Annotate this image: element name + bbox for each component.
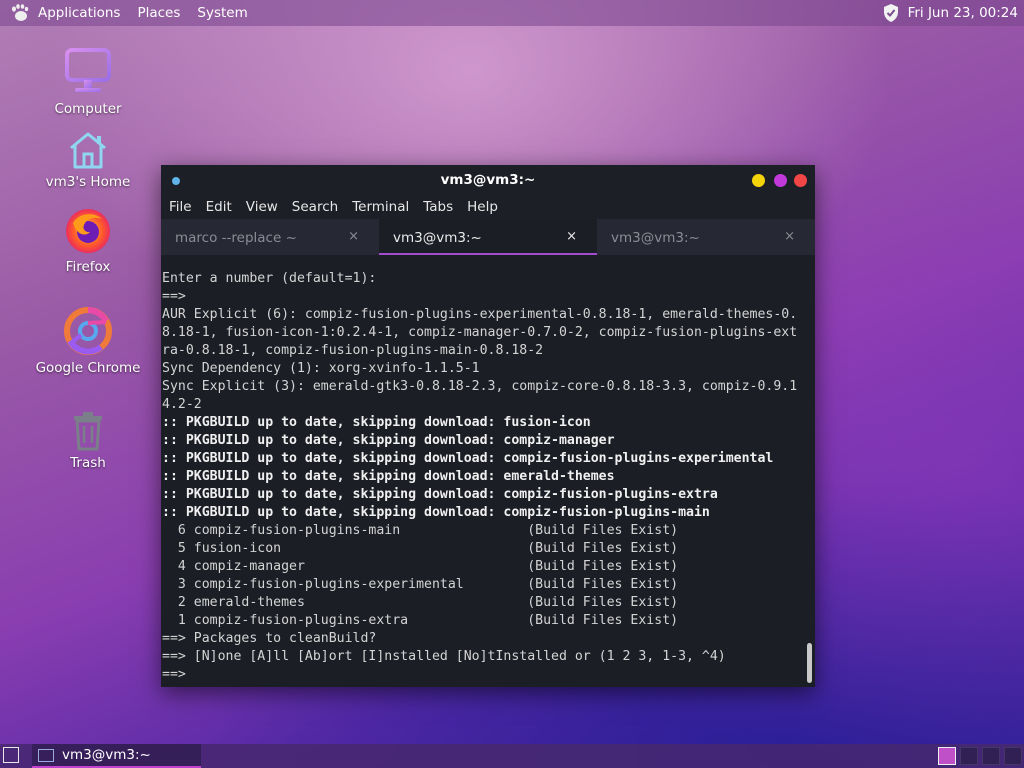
desktop-icon-computer[interactable]: Computer [33,47,143,117]
terminal-line: Enter a number (default=1): [162,271,377,286]
menu-help[interactable]: Help [467,199,498,215]
menu-terminal[interactable]: Terminal [352,199,409,215]
workspace-4[interactable] [1004,747,1022,765]
tab-label: vm3@vm3:~ [611,230,700,246]
window-titlebar[interactable]: vm3@vm3:~ [161,165,815,195]
menu-tabs[interactable]: Tabs [423,199,453,215]
places-menu[interactable]: Places [137,5,180,21]
terminal-line: 6 compiz-fusion-plugins-main (Build File… [162,523,679,538]
tab-label: marco --replace ~ [175,230,297,246]
desktop-icon-label: vm3's Home [45,174,131,190]
applications-menu[interactable]: Applications [38,5,120,21]
workspace-2[interactable] [960,747,978,765]
tab-close-icon[interactable]: × [566,229,577,244]
terminal-line: 8.18-1, fusion-icon-1:0.2.4-1, compiz-ma… [162,325,798,340]
clock[interactable]: Fri Jun 23, 00:24 [908,5,1018,21]
desktop-icon-label: Firefox [65,259,111,275]
bottom-panel: vm3@vm3:~ [0,744,1024,768]
terminal-line: Sync Explicit (3): emerald-gtk3-0.8.18-2… [162,379,798,394]
window-menubar: File Edit View Search Terminal Tabs Help [161,195,815,219]
terminal-line: :: PKGBUILD up to date, skipping downloa… [162,415,591,430]
tab-label: vm3@vm3:~ [393,230,482,246]
terminal-line: :: PKGBUILD up to date, skipping downloa… [162,433,615,448]
terminal-line: :: PKGBUILD up to date, skipping downloa… [162,469,615,484]
terminal-line: AUR Explicit (6): compiz-fusion-plugins-… [162,307,798,322]
home-icon [70,132,106,169]
minimize-button[interactable] [752,174,765,187]
terminal-window: vm3@vm3:~ File Edit View Search Terminal… [161,165,815,687]
trash-icon [74,412,102,451]
gnome-foot-icon[interactable] [10,3,30,23]
shield-icon[interactable] [882,3,900,23]
terminal-line: ==> [162,289,186,304]
menu-view[interactable]: View [246,199,278,215]
close-button[interactable] [794,174,807,187]
terminal-line: 5 fusion-icon (Build Files Exist) [162,541,679,556]
terminal-line: ra-0.8.18-1, compiz-fusion-plugins-main-… [162,343,544,358]
show-desktop-button[interactable] [3,747,19,763]
desktop-icon-home[interactable]: vm3's Home [33,130,143,190]
firefox-icon [66,209,110,253]
desktop-icon-trash[interactable]: Trash [33,409,143,471]
chrome-icon [64,307,112,355]
terminal-line: :: PKGBUILD up to date, skipping downloa… [162,505,710,520]
tab-vm3-active[interactable]: vm3@vm3:~ × [379,219,597,255]
terminal-line: 1 compiz-fusion-plugins-extra (Build Fil… [162,613,679,628]
desktop-icon-firefox[interactable]: Firefox [33,207,143,275]
top-right-area: Fri Jun 23, 00:24 [882,0,1018,26]
maximize-button[interactable] [774,174,787,187]
desktop-icon-label: Computer [54,101,122,117]
window-title: vm3@vm3:~ [440,172,536,188]
terminal-line: 3 compiz-fusion-plugins-experimental (Bu… [162,577,679,592]
terminal-line: ==> [162,667,186,682]
menu-file[interactable]: File [169,199,192,215]
menu-edit[interactable]: Edit [206,199,232,215]
desktop-icon-label: Trash [70,455,106,471]
terminal-icon [38,749,54,762]
computer-icon [65,48,111,92]
terminal-line: 2 emerald-themes (Build Files Exist) [162,595,679,610]
tab-marco[interactable]: marco --replace ~ × [161,219,379,255]
system-menu[interactable]: System [197,5,247,21]
taskbar-label: vm3@vm3:~ [62,747,151,763]
desktop-icon-label: Google Chrome [35,360,141,376]
terminal-line: :: PKGBUILD up to date, skipping downloa… [162,451,774,466]
terminal-line: Sync Dependency (1): xorg-xvinfo-1.1.5-1 [162,361,480,376]
tab-vm3[interactable]: vm3@vm3:~ × [597,219,815,255]
terminal-line: ==> Packages to cleanBuild? [162,631,377,646]
terminal-line: 4 compiz-manager (Build Files Exist) [162,559,679,574]
menu-search[interactable]: Search [292,199,338,215]
tab-close-icon[interactable]: × [348,229,359,244]
top-menu: Applications Places System [38,0,265,26]
terminal-scrollbar[interactable] [807,643,812,683]
tab-close-icon[interactable]: × [784,229,795,244]
top-panel: Applications Places System Fri Jun 23, 0… [0,0,1024,26]
taskbar-terminal-button[interactable]: vm3@vm3:~ [32,744,201,768]
workspace-3[interactable] [982,747,1000,765]
desktop-icon-chrome[interactable]: Google Chrome [33,306,143,376]
terminal-line: ==> [N]one [A]ll [Ab]ort [I]nstalled [No… [162,649,726,664]
tab-bar: marco --replace ~ × vm3@vm3:~ × vm3@vm3:… [161,219,815,255]
workspace-1[interactable] [938,747,956,765]
terminal-line: :: PKGBUILD up to date, skipping downloa… [162,487,718,502]
terminal-output[interactable]: Enter a number (default=1): ==> AUR Explic… [161,270,801,687]
terminal-line: 4.2-2 [162,397,202,412]
